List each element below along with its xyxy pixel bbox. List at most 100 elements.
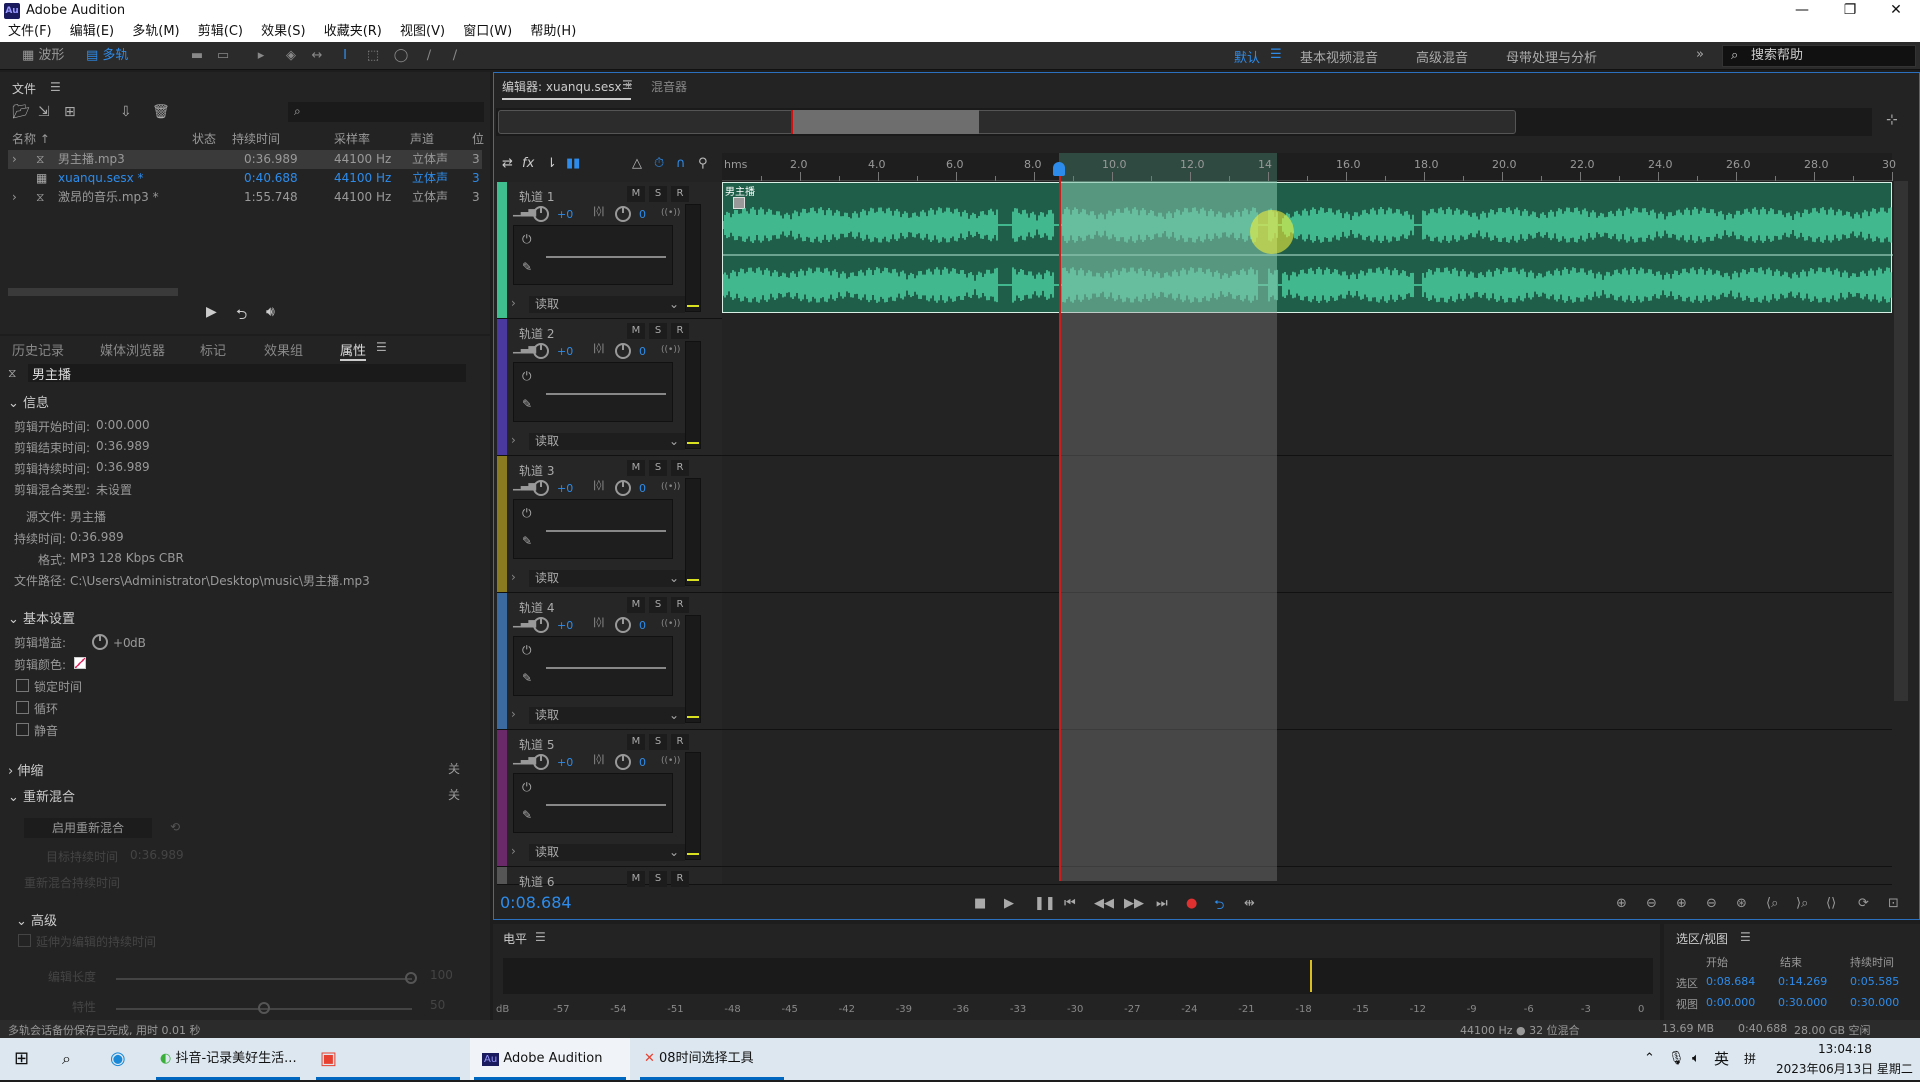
skip-selection-button[interactable]: ⇹ — [1244, 896, 1255, 911]
current-time-display[interactable]: 0:08.684 — [500, 893, 572, 912]
sends-icon[interactable]: ⇂ — [546, 156, 557, 171]
track-name[interactable]: 轨道 1 — [519, 188, 554, 205]
stop-button[interactable]: ■ — [974, 896, 986, 911]
overview-view-range[interactable] — [498, 110, 1516, 134]
menu-effects[interactable]: 效果(S) — [261, 22, 305, 42]
loop-preview-icon[interactable]: ⮌ — [236, 304, 247, 328]
panel-menu-icon[interactable]: ☰ — [376, 340, 387, 354]
slip-tool-icon[interactable]: ↔ — [308, 47, 326, 65]
volume-knob[interactable] — [533, 206, 549, 222]
expand-icon[interactable]: › — [12, 188, 17, 207]
fast-forward-button[interactable]: ▶▶ — [1124, 896, 1144, 911]
automation-mode-select[interactable]: 读取 ⌄ — [529, 844, 685, 861]
remix-toggle[interactable]: 关 — [448, 786, 460, 803]
clip-color-swatch[interactable] — [74, 657, 86, 669]
taskbar-app-audition[interactable]: Au Adobe Audition — [470, 1038, 630, 1080]
marker-icon[interactable]: ⚲ — [698, 156, 708, 171]
automation-mode-select[interactable]: 读取 ⌄ — [529, 296, 685, 313]
view-duration[interactable]: 0:30.000 — [1850, 996, 1899, 1009]
playhead[interactable] — [1059, 166, 1061, 881]
taskbar-app-douyin[interactable]: ◐ 抖音-记录美好生活... — [152, 1038, 304, 1080]
mute-button[interactable]: M — [627, 734, 645, 750]
pan-knob[interactable] — [615, 480, 631, 496]
panel-menu-icon[interactable]: ☰ — [535, 930, 546, 944]
pan-value[interactable]: 0 — [639, 756, 646, 769]
volume-value[interactable]: +0 — [557, 482, 573, 495]
pause-button[interactable]: ❚❚ — [1034, 896, 1056, 911]
col-status[interactable]: 状态 — [192, 130, 216, 147]
power-icon[interactable]: ⏻ — [522, 232, 532, 247]
clip-end-value[interactable]: 0:36.989 — [96, 439, 150, 453]
track-header[interactable]: 轨道 5 M S R ▁▃▅ +0 |◊| 0 ((•)) ⏻ ✎ › 读取 ⌄ — [497, 730, 722, 867]
files-search-input[interactable]: ⌕ — [288, 102, 484, 122]
track-name[interactable]: 轨道 2 — [519, 325, 554, 342]
solo-button[interactable]: S — [649, 734, 667, 750]
inputs-outputs-icon[interactable]: ⇄ — [502, 156, 513, 171]
workspace-advanced-mix[interactable]: 高级混音 — [1416, 47, 1468, 66]
track-lane[interactable] — [722, 867, 1892, 885]
playhead-handle[interactable] — [1053, 162, 1065, 176]
pencil-icon[interactable]: ✎ — [522, 534, 532, 548]
expand-icon[interactable]: › — [511, 433, 516, 447]
menu-file[interactable]: 文件(F) — [8, 22, 52, 42]
go-to-start-button[interactable]: ⏮ — [1064, 896, 1076, 911]
clock-date[interactable]: 2023年06月13日 星期二 — [1776, 1060, 1913, 1077]
col-rate[interactable]: 采样率 — [334, 130, 370, 147]
maximize-button[interactable]: ❐ — [1830, 2, 1870, 18]
menu-edit[interactable]: 编辑(E) — [70, 22, 114, 42]
spectral-display-icon[interactable]: ▬ — [188, 47, 206, 65]
stretch-section-header[interactable]: › 伸缩 — [8, 760, 43, 779]
col-bits[interactable]: 位 — [472, 130, 484, 147]
vertical-scrollbar[interactable] — [1894, 181, 1908, 701]
pan-knob[interactable] — [615, 754, 631, 770]
taskbar-app-capcut[interactable]: ▣ — [312, 1038, 464, 1080]
tab-effects-rack[interactable]: 效果组 — [264, 340, 303, 359]
taskbar-app-time-tool[interactable]: ✕ 08时间选择工具 — [636, 1038, 788, 1080]
zoom-in-amplitude-icon[interactable]: ⊕ — [1616, 896, 1627, 911]
zoom-in-point-icon[interactable]: ⟨⌕ — [1766, 896, 1778, 911]
mute-checkbox[interactable] — [16, 723, 29, 736]
rewind-button[interactable]: ◀◀ — [1094, 896, 1114, 911]
clip-duration-value[interactable]: 0:36.989 — [96, 460, 150, 474]
track-name[interactable]: 轨道 3 — [519, 462, 554, 479]
clip-gain-knob[interactable] — [92, 634, 108, 650]
spot-healing-icon[interactable]: ∕ — [446, 47, 464, 65]
workspace-mastering[interactable]: 母带处理与分析 — [1506, 47, 1597, 66]
pencil-icon[interactable]: ✎ — [522, 397, 532, 411]
record-arm-button[interactable]: R — [671, 186, 689, 202]
tab-mixer[interactable]: 混音器 — [651, 78, 687, 95]
zoom-navigator-icon[interactable]: ⊹ — [1886, 112, 1898, 128]
more-workspaces-icon[interactable]: » — [1696, 47, 1704, 62]
volume-knob[interactable] — [533, 480, 549, 496]
track-lane[interactable] — [722, 319, 1892, 456]
clip-name-field[interactable]: 男主播 — [28, 364, 466, 383]
view-start[interactable]: 0:00.000 — [1706, 996, 1755, 1009]
automation-mode-select[interactable]: 读取 ⌄ — [529, 707, 685, 724]
track-header[interactable]: 轨道 3 M S R ▁▃▅ +0 |◊| 0 ((•)) ⏻ ✎ › 读取 ⌄ — [497, 456, 722, 593]
menu-multitrack[interactable]: 多轨(M) — [132, 22, 179, 42]
pan-knob[interactable] — [615, 206, 631, 222]
record-arm-button[interactable]: R — [671, 323, 689, 339]
menu-clip[interactable]: 剪辑(C) — [198, 22, 243, 42]
automation-lane[interactable]: ⏻ ✎ — [513, 362, 673, 422]
pan-value[interactable]: 0 — [639, 208, 646, 221]
zoom-in-time-icon[interactable]: ⊕ — [1676, 896, 1687, 911]
snapping-icon[interactable]: ∩ — [676, 156, 686, 171]
go-to-end-button[interactable]: ⏭ — [1156, 896, 1168, 911]
play-button[interactable]: ▶ — [1004, 896, 1014, 911]
open-file-icon[interactable]: 📂︎ — [12, 104, 30, 120]
tray-expand-icon[interactable]: ⌃ — [1644, 1038, 1655, 1080]
enable-remix-button[interactable]: 启用重新混合 — [24, 818, 152, 838]
basic-settings-header[interactable]: ⌄ 基本设置 — [8, 608, 75, 627]
expand-icon[interactable]: › — [511, 844, 516, 858]
pan-knob[interactable] — [615, 617, 631, 633]
volume-knob[interactable] — [533, 754, 549, 770]
power-icon[interactable]: ⏻ — [522, 780, 532, 795]
track-header[interactable]: 轨道 6 M S R — [497, 867, 722, 889]
view-end[interactable]: 0:30.000 — [1778, 996, 1827, 1009]
track-name[interactable]: 轨道 6 — [519, 873, 554, 890]
volume-value[interactable]: +0 — [557, 208, 573, 221]
zoom-out-amplitude-icon[interactable]: ⊖ — [1646, 896, 1657, 911]
track-lane[interactable] — [722, 456, 1892, 593]
automation-mode-select[interactable]: 读取 ⌄ — [529, 433, 685, 450]
